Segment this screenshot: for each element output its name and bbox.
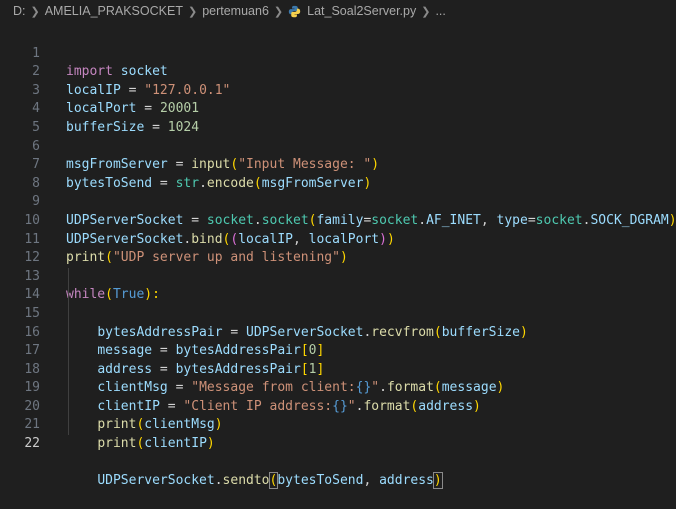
code-line[interactable]: 15 message = bytesAddressPair[0] <box>0 286 676 358</box>
indent-guide <box>68 323 69 343</box>
code-line[interactable]: 3 localPort = 20001 <box>0 63 676 117</box>
breadcrumb-folder-amelia[interactable]: AMELIA_PRAKSOCKET <box>45 4 183 18</box>
indent-guide <box>68 379 69 398</box>
breadcrumb-file[interactable]: Lat_Soal2Server.py <box>307 4 416 18</box>
code-line[interactable]: 10 UDPServerSocket.bind((localIP, localP… <box>0 193 676 247</box>
code-line[interactable]: 9 UDPServerSocket = socket.socket(family… <box>0 175 676 228</box>
python-file-icon <box>288 5 301 17</box>
code-editor[interactable]: 1 import socket 2 localIP = "127.0.0.1" … <box>0 22 676 490</box>
code-line[interactable]: 16 address = bytesAddressPair[1] <box>0 304 676 377</box>
code-line[interactable]: 11 print("UDP server up and listening") <box>0 212 676 266</box>
breadcrumb: D: ❯ AMELIA_PRAKSOCKET ❯ pertemuan6 ❯ La… <box>0 0 676 22</box>
code-line[interactable]: 4 bufferSize = 1024 <box>0 82 676 135</box>
indent-guide <box>68 360 69 380</box>
chevron-right-icon: ❯ <box>421 5 431 18</box>
code-line[interactable]: 1 import socket <box>0 26 676 80</box>
breadcrumb-folder-pertemuan6[interactable]: pertemuan6 <box>202 4 269 18</box>
code-line[interactable]: 19 print(clientMsg) <box>0 360 676 432</box>
chevron-right-icon: ❯ <box>187 5 198 18</box>
indent-guide <box>68 304 69 324</box>
indent-guide <box>68 286 69 305</box>
code-line-active[interactable]: 22 UDPServerSocket.sendto(bytesToSend, a… <box>0 416 676 490</box>
code-line[interactable]: 2 localIP = "127.0.0.1" <box>0 45 676 98</box>
code-line[interactable]: 21 <box>0 397 676 432</box>
code-line[interactable]: 17 clientMsg = "Message from client:{}".… <box>0 323 676 395</box>
code-text: print(clientIP) <box>97 436 215 452</box>
code-line[interactable]: 7 bytesToSend = str.encode(msgFromServer… <box>0 138 676 191</box>
indent-guide <box>68 397 69 417</box>
code-line[interactable]: 12 <box>0 231 676 265</box>
chevron-right-icon: ❯ <box>273 5 284 18</box>
code-line[interactable]: 20 print(clientIP) <box>0 379 676 451</box>
code-line[interactable]: 13 while(True): <box>0 249 676 303</box>
code-text: UDPServerSocket.sendto(bytesToSend, addr… <box>97 472 443 490</box>
breadcrumb-drive[interactable]: D: <box>13 4 26 18</box>
indent-guide <box>68 342 69 361</box>
indent-guide <box>68 267 69 287</box>
code-line[interactable]: 18 clientIP = "Client IP address:{}".for… <box>0 342 676 414</box>
chevron-right-icon: ❯ <box>30 5 40 18</box>
code-line[interactable]: 8 <box>0 156 676 191</box>
indent-guide <box>68 416 69 436</box>
code-line[interactable]: 5 <box>0 100 676 135</box>
code-line[interactable]: 6 msgFromServer = input("Input Message: … <box>0 119 676 173</box>
breadcrumb-more[interactable]: ... <box>435 4 445 18</box>
line-number: 22 <box>24 436 40 452</box>
code-line[interactable]: 14 bytesAddressPair = UDPServerSocket.re… <box>0 267 676 340</box>
